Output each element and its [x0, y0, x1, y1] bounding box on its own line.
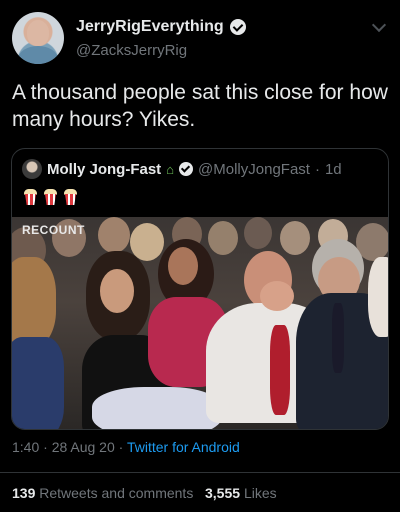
quoted-age: 1d	[324, 160, 342, 178]
crowd-photo	[12, 217, 388, 429]
verified-badge-icon	[179, 162, 194, 176]
photo-blob	[270, 325, 290, 415]
tweet-header: JerryRigEverything @ZacksJerryRig	[12, 12, 388, 66]
quoted-media-image[interactable]: RECOUNT	[12, 217, 388, 429]
photo-blob	[100, 269, 134, 313]
tweet-timestamp[interactable]: 1:40 · 28 Aug 20 ·	[12, 439, 123, 455]
popcorn-icon	[24, 189, 37, 205]
avatar[interactable]	[12, 12, 64, 64]
photo-blob	[92, 387, 222, 429]
quoted-tweet[interactable]: Molly Jong-Fast ⌂ @MollyJongFast · 1d RE…	[11, 148, 389, 430]
retweets-stat[interactable]: 139 Retweets and comments	[12, 485, 197, 501]
quoted-tweet-body	[24, 189, 77, 205]
divider	[0, 472, 400, 473]
verified-badge-icon	[229, 19, 246, 35]
retweets-label: Retweets and comments	[39, 485, 194, 501]
quoted-display-name: Molly Jong-Fast	[47, 160, 162, 178]
likes-count: 3,555	[205, 485, 241, 501]
photo-blob	[368, 257, 388, 337]
photo-blob	[168, 247, 198, 285]
retweets-count: 139	[12, 485, 36, 501]
chevron-down-icon[interactable]	[371, 17, 387, 33]
avatar-face	[27, 20, 49, 46]
photo-blob	[280, 221, 310, 255]
photo-blob	[260, 281, 294, 311]
photo-blob	[244, 217, 272, 249]
house-with-garden-icon: ⌂	[166, 161, 175, 177]
popcorn-icon	[64, 189, 77, 205]
author-display-name[interactable]: JerryRigEverything	[76, 18, 224, 36]
photo-blob	[12, 257, 56, 347]
media-watermark: RECOUNT	[22, 223, 85, 237]
photo-blob	[332, 303, 344, 373]
quoted-separator: ·	[314, 160, 320, 178]
likes-stat[interactable]: 3,555 Likes	[205, 485, 277, 501]
quoted-handle: @MollyJongFast	[198, 160, 310, 178]
name-row: JerryRigEverything	[76, 18, 246, 36]
tweet-stats: 139 Retweets and comments 3,555 Likes	[12, 485, 277, 501]
tweet-text: A thousand people sat this close for how…	[12, 81, 388, 131]
author-handle[interactable]: @ZacksJerryRig	[76, 42, 187, 59]
photo-blob	[208, 221, 238, 255]
popcorn-icon	[44, 189, 57, 205]
quoted-tweet-header: Molly Jong-Fast ⌂ @MollyJongFast · 1d	[22, 159, 342, 179]
photo-blob	[12, 337, 64, 429]
likes-label: Likes	[243, 485, 277, 501]
tweet-source-link[interactable]: Twitter for Android	[127, 439, 240, 455]
photo-blob	[98, 217, 130, 253]
avatar-body	[18, 46, 58, 64]
quoted-avatar	[22, 159, 42, 179]
tweet-meta: 1:40 · 28 Aug 20 · Twitter for Android	[12, 439, 240, 455]
